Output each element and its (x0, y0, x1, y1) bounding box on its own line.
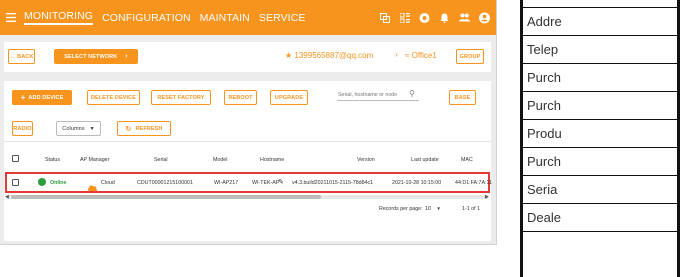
menu-icon[interactable] (6, 11, 16, 24)
add-device-button[interactable]: + ADD DEVICE (12, 90, 72, 105)
wifi-small-icon: ≈ (405, 51, 410, 60)
wifi-icon[interactable] (419, 12, 430, 23)
side-table-row: Seria (523, 176, 677, 204)
caret-down-icon: ▼ (89, 125, 95, 132)
online-status-icon (38, 178, 46, 190)
back-button[interactable]: ← BACK (8, 49, 35, 64)
side-table-row: Deale (523, 204, 677, 232)
scrollbar-thumb[interactable] (11, 195, 321, 199)
reset-factory-button[interactable]: RESET FACTORY (151, 90, 211, 105)
nav-configuration[interactable]: CONFIGURATION (102, 12, 191, 24)
ap-manager-value: Cloud (101, 180, 115, 186)
serial-link[interactable]: CDUT00001215100001 (137, 180, 193, 186)
bell-icon[interactable] (439, 12, 450, 23)
radio-button[interactable]: RADIO (12, 121, 33, 136)
side-table-row: Telep (523, 36, 677, 64)
chevron-right-icon: › (395, 50, 398, 59)
search-icon[interactable]: ⚲ (409, 89, 415, 98)
model-value: WI-AP217 (214, 180, 239, 186)
divider (4, 141, 491, 142)
base-button[interactable]: BASE (449, 90, 476, 105)
account-icon[interactable] (479, 12, 490, 23)
plus-icon: + (20, 93, 26, 102)
table-row[interactable]: Online Cloud CDUT00001215100001 WI-AP217… (5, 172, 493, 196)
column-header-status[interactable]: Status (45, 157, 60, 163)
device-list-panel: + ADD DEVICE DELETE DEVICE RESET FACTORY… (4, 81, 493, 241)
side-info-panel: Addre Telep Purch Purch Produ Purch Seri… (520, 0, 696, 277)
chevron-right-icon: › (125, 53, 128, 60)
arrow-left-icon: ← (9, 53, 16, 60)
select-all-checkbox[interactable] (12, 155, 19, 162)
delete-device-button[interactable]: DELETE DEVICE (87, 90, 140, 105)
side-table-row: Produ (523, 120, 677, 148)
column-header-serial[interactable]: Serial (154, 157, 168, 163)
panel-border-right (677, 0, 680, 277)
side-table: Addre Telep Purch Purch Produ Purch Seri… (523, 8, 677, 267)
side-table-row: Addre (523, 8, 677, 36)
column-header-hostname[interactable]: Hostname (260, 157, 284, 163)
top-navigation-bar: MONITORING CONFIGURATION MAINTAIN SERVIC… (0, 0, 496, 35)
search-underline (337, 100, 419, 101)
scroll-right-icon[interactable]: ▶ (485, 194, 489, 200)
select-network-button[interactable]: SELECT NETWORK › (54, 49, 138, 64)
hostname-value: WI-TEK-AP (252, 180, 280, 186)
app-window: MONITORING CONFIGURATION MAINTAIN SERVIC… (0, 0, 497, 245)
users-icon[interactable] (459, 12, 470, 23)
scroll-left-icon[interactable]: ◀ (5, 194, 9, 200)
horizontal-scrollbar[interactable] (7, 195, 488, 199)
user-tree-icon: ★ (285, 51, 293, 60)
column-header-ap-manager[interactable]: AP Manager (80, 157, 109, 163)
column-header-last-update[interactable]: Last update (411, 157, 439, 163)
version-value: v4.3.build20211015-2115-78d84c1 (292, 180, 374, 186)
side-table-row (523, 0, 677, 8)
side-table-row: Purch (523, 148, 677, 176)
grid-icon[interactable] (399, 12, 410, 23)
column-header-version[interactable]: Version (357, 157, 375, 163)
column-header-model[interactable]: Model (213, 157, 227, 163)
search-input[interactable]: Serial, hostname or node (338, 92, 397, 98)
network-selector[interactable]: ≈ Office1 (405, 51, 437, 60)
network-icon[interactable] (379, 12, 390, 23)
reboot-button[interactable]: REBOOT (224, 90, 257, 105)
records-per-page-select[interactable]: 10 ▼ (425, 206, 441, 212)
nav-maintain[interactable]: MAINTAIN (200, 12, 250, 24)
records-per-page-label: Records per page: (379, 206, 423, 212)
caret-down-icon: ▼ (436, 206, 441, 211)
status-value: Online (50, 180, 67, 186)
row-checkbox[interactable] (12, 179, 19, 186)
network-toolbar: ← BACK SELECT NETWORK › ★ 1399565887@qq.… (4, 42, 491, 72)
nav-service[interactable]: SERVICE (259, 12, 306, 24)
upgrade-button[interactable]: UPGRADE (270, 90, 308, 105)
edit-pencil-icon[interactable]: ✎ (278, 178, 284, 186)
mac-value: 44:D1:FA:7A:11 (455, 180, 493, 186)
group-button[interactable]: GROUP (456, 49, 484, 64)
cloud-icon (87, 178, 98, 196)
pagination-range: 1-1 of 1 (462, 206, 480, 212)
columns-select[interactable]: Columns ▼ (56, 121, 101, 136)
refresh-button[interactable]: ↻ REFRESH (117, 121, 171, 136)
side-table-row: Purch (523, 92, 677, 120)
column-header-mac[interactable]: MAC (461, 157, 473, 163)
refresh-icon: ↻ (125, 125, 132, 133)
side-table-row: Purch (523, 64, 677, 92)
account-link[interactable]: ★ 1399565887@qq.com (285, 51, 373, 60)
nav-monitoring[interactable]: MONITORING (24, 10, 94, 25)
last-update-value: 2021-10-28 10:15:00 (392, 180, 442, 186)
